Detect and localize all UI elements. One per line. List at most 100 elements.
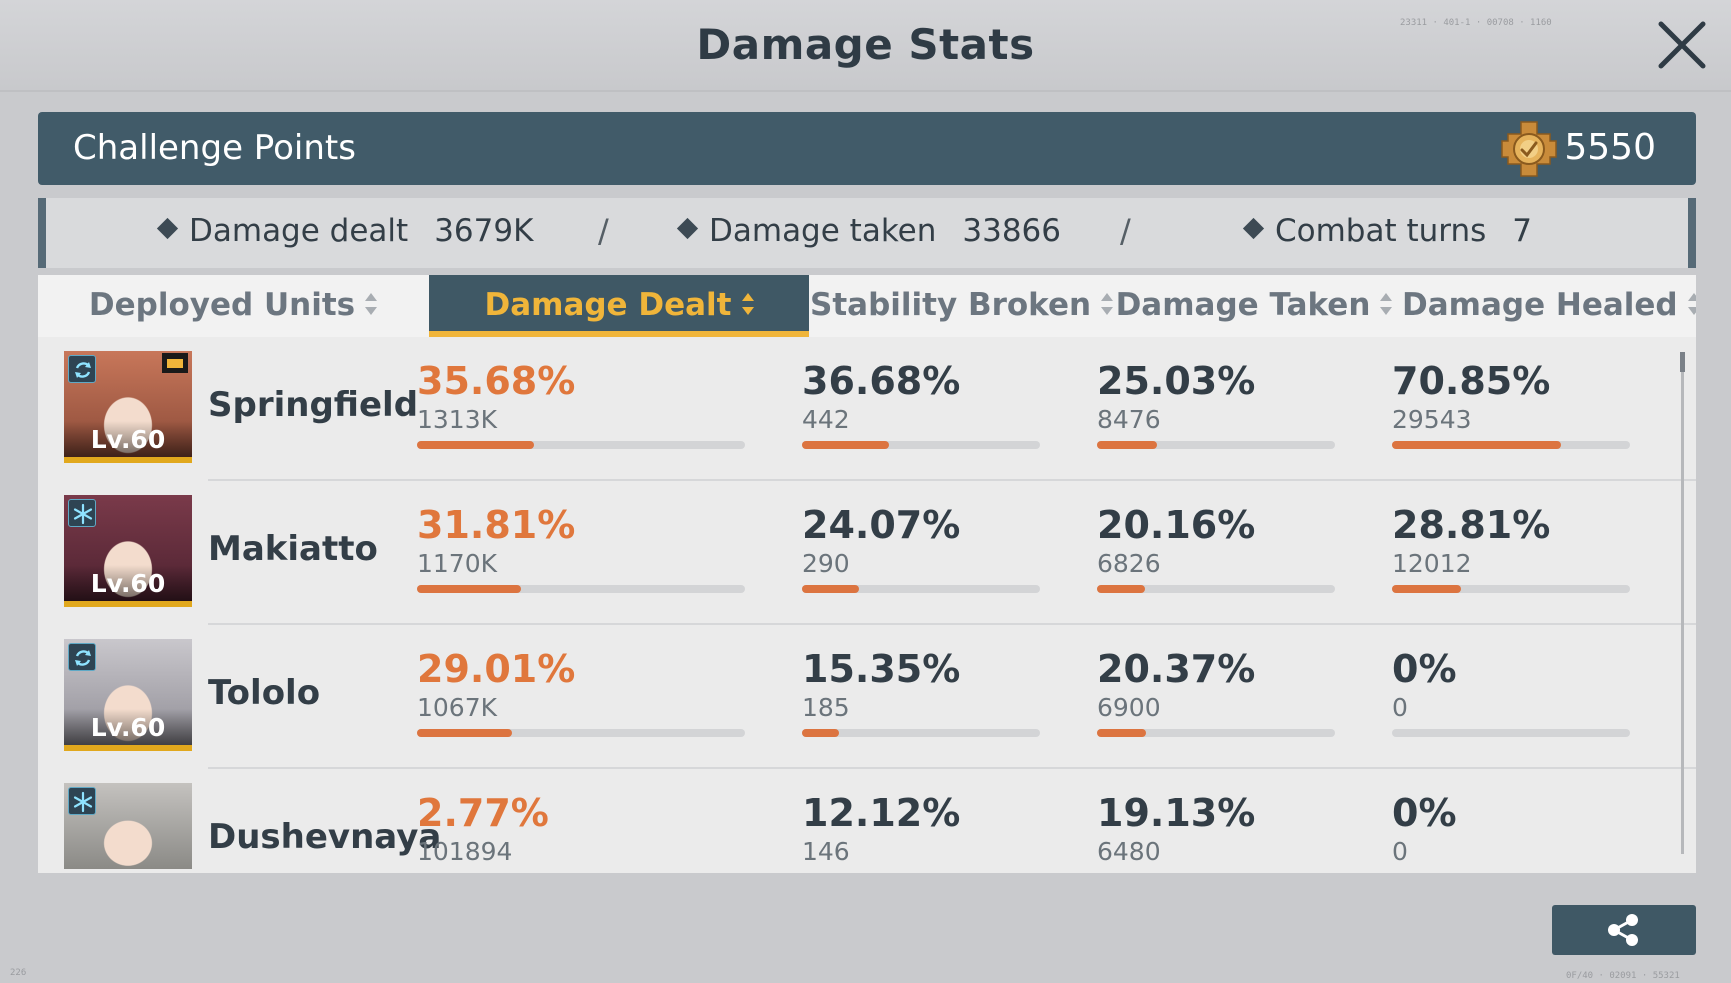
diamond-icon <box>1242 217 1265 240</box>
stat-percent: 20.37% <box>1097 647 1256 691</box>
unit-level: Lv.60 <box>64 421 192 457</box>
stat-bar-fill <box>802 441 890 449</box>
challenge-points-value: 5550 <box>1564 127 1656 168</box>
stat-value: 1170K <box>417 549 498 578</box>
stat-cell: 28.81% 12012 <box>1392 503 1630 593</box>
summary-separator: / <box>598 212 609 250</box>
stat-percent: 20.16% <box>1097 503 1256 547</box>
unit-row: Dushevnaya 2.77% 101894 12.12% 146 19.13% 6480… <box>38 769 1696 873</box>
stat-cell: 19.13% 6480 <box>1097 791 1335 867</box>
column-deployed-units[interactable]: Deployed Units <box>38 275 428 337</box>
stat-percent: 70.85% <box>1392 359 1551 403</box>
column-damage-dealt[interactable]: Damage Dealt <box>429 275 809 337</box>
challenge-medal-icon <box>1500 120 1558 178</box>
column-damage-healed[interactable]: Damage Healed <box>1402 275 1696 337</box>
stat-percent: 28.81% <box>1392 503 1551 547</box>
stat-percent: 35.68% <box>417 359 576 403</box>
stat-cell: 2.77% 101894 <box>417 791 745 867</box>
stat-value: 185 <box>802 693 850 722</box>
unit-name: Dushevnaya <box>208 817 442 857</box>
stat-cell: 24.07% 290 <box>802 503 1040 593</box>
stat-cell: 29.01% 1067K <box>417 647 745 737</box>
summary-combat-turns: Combat turns 7 <box>1242 213 1532 249</box>
deco-text: 23311 · 401-1 · 00708 · 1160 <box>1400 18 1552 28</box>
stat-cell: 0% 0 <box>1392 791 1630 867</box>
stat-bar-fill <box>1097 585 1146 593</box>
unit-name: Tololo <box>208 673 321 713</box>
stat-bar-fill <box>1097 729 1146 737</box>
scrollbar-thumb[interactable] <box>1680 352 1685 372</box>
stat-value: 6826 <box>1097 549 1161 578</box>
stat-bar <box>417 729 745 737</box>
column-stability-broken[interactable]: Stability Broken <box>810 275 1114 337</box>
unit-level: Lv.60 <box>64 709 192 745</box>
unit-row: Lv.60 Tololo 29.01% 1067K 15.35% 185 20.37% 690… <box>38 625 1696 769</box>
stat-cell: 12.12% 146 <box>802 791 1040 867</box>
stat-percent: 0% <box>1392 647 1457 691</box>
close-button[interactable] <box>1655 18 1709 72</box>
stat-cell: 25.03% 8476 <box>1097 359 1335 449</box>
share-button[interactable] <box>1552 905 1696 955</box>
snowflake-icon <box>68 499 96 527</box>
stat-percent: 29.01% <box>417 647 576 691</box>
stat-bar <box>417 441 745 449</box>
sort-icon <box>741 293 754 315</box>
stat-percent: 12.12% <box>802 791 961 835</box>
unit-name: Makiatto <box>208 529 378 569</box>
stat-percent: 24.07% <box>802 503 961 547</box>
stat-value: 12012 <box>1392 549 1472 578</box>
stat-bar <box>802 441 1040 449</box>
table-scrollbar[interactable] <box>1680 352 1685 854</box>
stat-percent: 25.03% <box>1097 359 1256 403</box>
stat-value: 6900 <box>1097 693 1161 722</box>
table-header: Deployed Units Damage Dealt Stability Br… <box>38 275 1696 337</box>
stat-percent: 31.81% <box>417 503 576 547</box>
stat-percent: 15.35% <box>802 647 961 691</box>
unit-row: Lv.60 Springfield 35.68% 1313K 36.68% 442 25.0… <box>38 337 1696 481</box>
close-icon <box>1658 21 1706 69</box>
summary-damage-taken: Damage taken 33866 <box>676 213 1061 249</box>
challenge-points-label: Challenge Points <box>73 128 356 168</box>
stat-bar <box>1392 585 1630 593</box>
stat-bar <box>1097 729 1335 737</box>
stat-value: 8476 <box>1097 405 1161 434</box>
stat-bar <box>1097 441 1335 449</box>
challenge-points-bar: Challenge Points 5550 <box>38 112 1696 185</box>
stat-bar-fill <box>1097 441 1157 449</box>
unit-portrait[interactable] <box>64 783 192 869</box>
unit-portrait[interactable]: Lv.60 <box>64 639 192 751</box>
column-damage-taken[interactable]: Damage Taken <box>1107 275 1401 337</box>
stat-percent: 36.68% <box>802 359 961 403</box>
stat-value: 146 <box>802 837 850 866</box>
stat-value: 1067K <box>417 693 498 722</box>
stat-bar-fill <box>802 729 839 737</box>
sort-icon <box>365 293 378 315</box>
stat-cell: 0% 0 <box>1392 647 1630 737</box>
stats-table: Deployed Units Damage Dealt Stability Br… <box>38 275 1696 873</box>
unit-portrait[interactable]: Lv.60 <box>64 495 192 607</box>
diamond-icon <box>156 217 179 240</box>
cycle-icon <box>68 643 96 671</box>
snowflake-icon <box>68 787 96 815</box>
stat-bar <box>802 729 1040 737</box>
title-bar: Damage Stats 23311 · 401-1 · 00708 · 116… <box>0 0 1731 92</box>
stat-cell: 20.37% 6900 <box>1097 647 1335 737</box>
unit-portrait[interactable]: Lv.60 <box>64 351 192 463</box>
deco-text: 226 <box>10 968 27 978</box>
stat-cell: 36.68% 442 <box>802 359 1040 449</box>
stat-value: 442 <box>802 405 850 434</box>
stat-bar-fill <box>1392 585 1461 593</box>
role-badge-icon <box>162 353 188 373</box>
stat-bar <box>1392 729 1630 737</box>
stat-bar-fill <box>417 441 535 449</box>
diamond-icon <box>676 217 699 240</box>
deco-text: 0F/40 · 02091 · 55321 <box>1566 971 1680 981</box>
stat-percent: 0% <box>1392 791 1457 835</box>
stat-percent: 2.77% <box>417 791 549 835</box>
stat-cell: 70.85% 29543 <box>1392 359 1630 449</box>
stat-cell: 35.68% 1313K <box>417 359 745 449</box>
stat-value: 1313K <box>417 405 498 434</box>
stat-bar <box>1392 441 1630 449</box>
stat-cell: 20.16% 6826 <box>1097 503 1335 593</box>
sort-icon <box>1687 293 1696 315</box>
